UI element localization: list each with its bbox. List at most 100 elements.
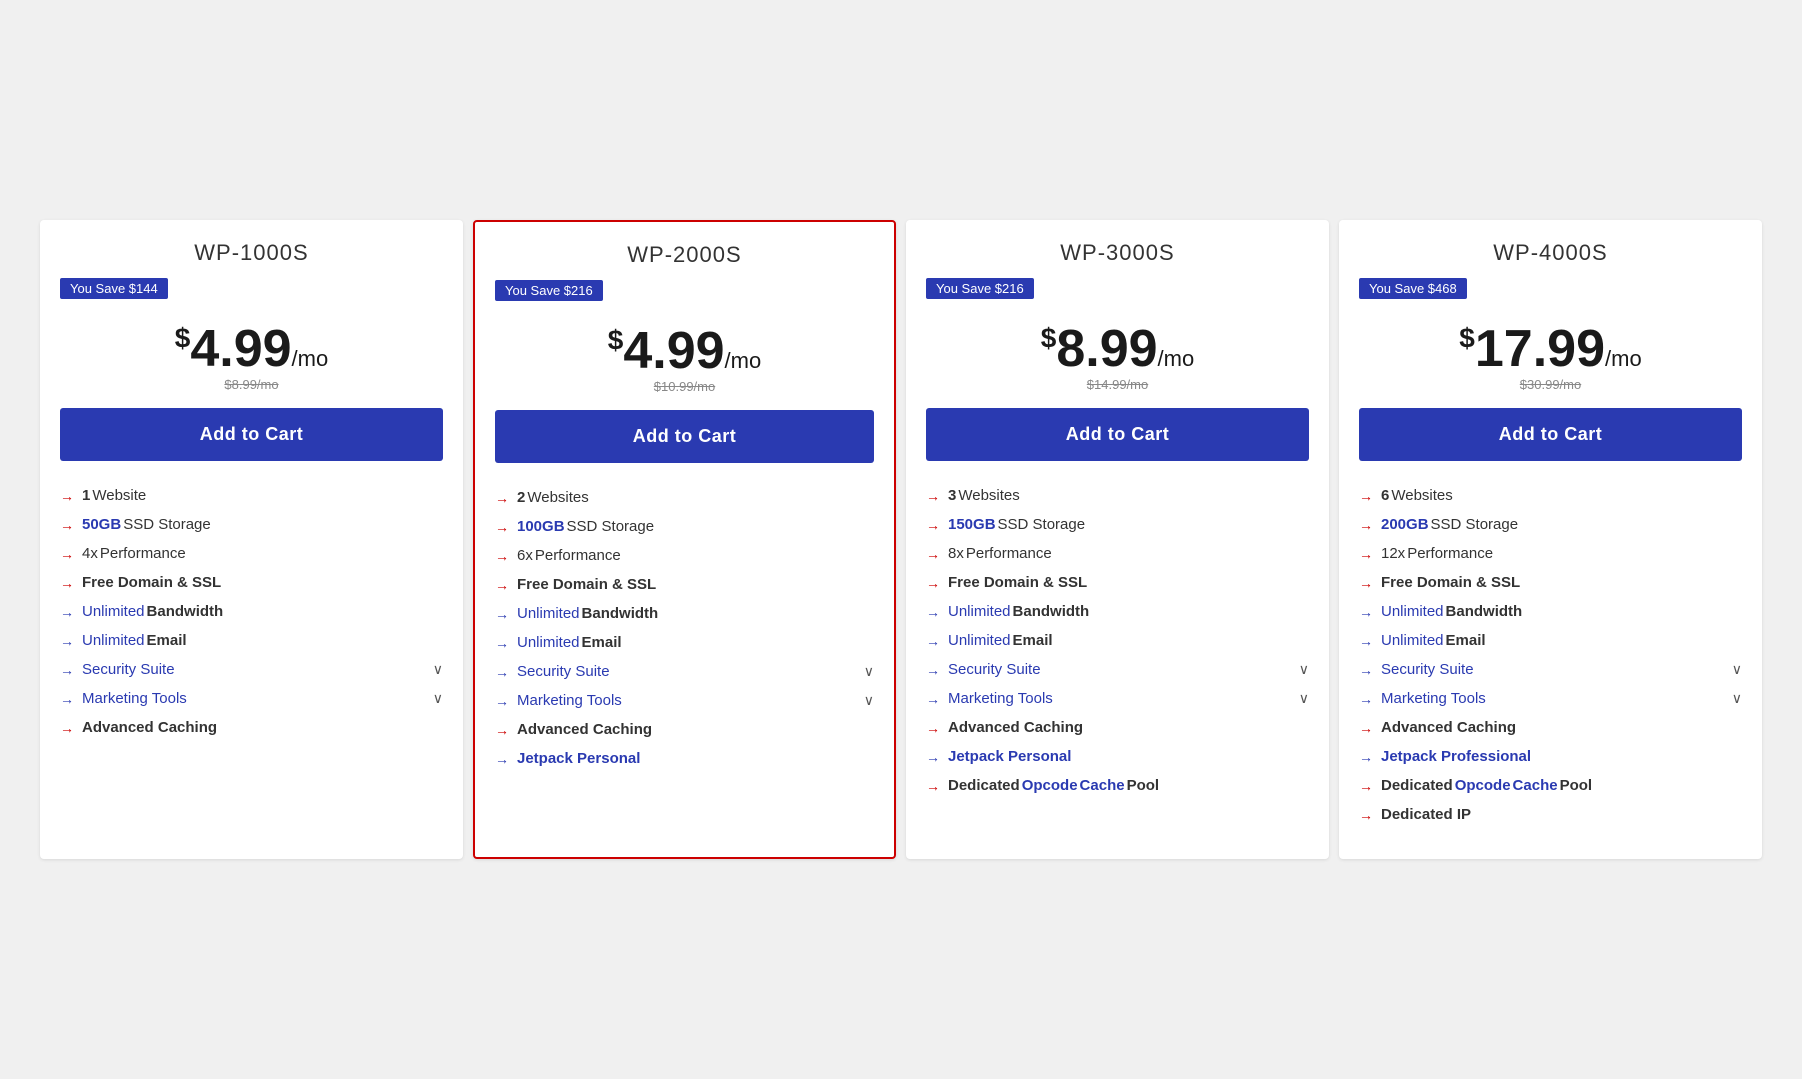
arrow-icon: →: [495, 693, 509, 709]
feature-item: →Advanced Caching: [495, 715, 874, 744]
arrow-icon: →: [495, 751, 509, 767]
arrow-icon: →: [495, 548, 509, 564]
feature-text: Unlimited: [517, 634, 580, 651]
feature-text: Jetpack Professional: [1381, 748, 1531, 765]
feature-item: →Jetpack Personal: [495, 744, 874, 773]
feature-text: Pool: [1560, 777, 1593, 794]
plan-title-wp2000s: WP-2000S: [495, 242, 874, 268]
arrow-icon: →: [1359, 488, 1373, 504]
feature-item: → 4x Performance: [60, 539, 443, 568]
chevron-down-icon[interactable]: ∨: [1732, 690, 1742, 707]
arrow-icon: →: [1359, 778, 1373, 794]
arrow-icon: →: [1359, 633, 1373, 649]
price-original-wp2000s: $10.99/mo: [495, 379, 874, 394]
feature-text: 3: [948, 487, 956, 504]
feature-item: → Unlimited Email: [1359, 626, 1742, 655]
feature-text: Email: [582, 634, 622, 651]
savings-badge-wp2000s: You Save $216: [495, 280, 603, 301]
feature-text: Unlimited: [948, 603, 1011, 620]
feature-item: →Dedicated Opcode Cache Pool: [1359, 771, 1742, 800]
feature-text: Performance: [1407, 545, 1493, 562]
feature-item: →Marketing Tools∨: [926, 684, 1309, 713]
feature-text: Marketing Tools: [517, 692, 622, 709]
feature-text: SSD Storage: [567, 518, 655, 535]
feature-item: →Jetpack Personal: [926, 742, 1309, 771]
arrow-icon: →: [926, 575, 940, 591]
feature-text: Unlimited: [1381, 632, 1444, 649]
features-list-wp3000s: →3 Websites→150GB SSD Storage→8x Perform…: [926, 481, 1309, 800]
feature-text: Dedicated IP: [1381, 806, 1471, 823]
features-list-wp2000s: →2 Websites→100GB SSD Storage→6x Perform…: [495, 483, 874, 773]
feature-text: Unlimited: [1381, 603, 1444, 620]
arrow-icon: →: [1359, 546, 1373, 562]
arrow-icon: →: [60, 546, 74, 562]
arrow-icon: →: [1359, 720, 1373, 736]
feature-text: 12x: [1381, 545, 1405, 562]
feature-text: Email: [1446, 632, 1486, 649]
feature-text: Bandwidth: [582, 605, 659, 622]
feature-item: → 12x Performance: [1359, 539, 1742, 568]
savings-badge-wp4000s: You Save $468: [1359, 278, 1467, 299]
feature-text: 50GB: [82, 516, 121, 533]
savings-badge-wp1000s: You Save $144: [60, 278, 168, 299]
feature-text: Advanced Caching: [517, 721, 652, 738]
arrow-icon: →: [926, 633, 940, 649]
feature-text: Websites: [1391, 487, 1452, 504]
feature-text: SSD Storage: [123, 516, 211, 533]
feature-text: Security Suite: [1381, 661, 1474, 678]
feature-item: →Unlimited Bandwidth: [60, 597, 443, 626]
feature-item: → Advanced Caching: [1359, 713, 1742, 742]
arrow-icon: →: [495, 606, 509, 622]
price-block-wp1000s: $4.99/mo$8.99/mo: [60, 323, 443, 392]
feature-text: Performance: [100, 545, 186, 562]
feature-item: →2 Websites: [495, 483, 874, 512]
feature-item: →Advanced Caching: [926, 713, 1309, 742]
arrow-icon: →: [1359, 517, 1373, 533]
add-to-cart-button-wp3000s[interactable]: Add to Cart: [926, 408, 1309, 461]
arrow-icon: →: [60, 633, 74, 649]
features-list-wp1000s: →1 Website→50GB SSD Storage→4x Performan…: [60, 481, 443, 742]
chevron-down-icon[interactable]: ∨: [1299, 661, 1309, 678]
add-to-cart-button-wp1000s[interactable]: Add to Cart: [60, 408, 443, 461]
feature-text: Marketing Tools: [82, 690, 187, 707]
feature-text: Security Suite: [948, 661, 1041, 678]
feature-text: 4x: [82, 545, 98, 562]
price-main-wp1000s: $4.99/mo: [60, 323, 443, 375]
feature-text: Free Domain & SSL: [82, 574, 221, 591]
add-to-cart-button-wp2000s[interactable]: Add to Cart: [495, 410, 874, 463]
feature-item: →1 Website: [60, 481, 443, 510]
add-to-cart-button-wp4000s[interactable]: Add to Cart: [1359, 408, 1742, 461]
savings-badge-wp3000s: You Save $216: [926, 278, 1034, 299]
chevron-down-icon[interactable]: ∨: [864, 663, 874, 680]
feature-item: →Marketing Tools∨: [1359, 684, 1742, 713]
feature-text: Cache: [1080, 777, 1125, 794]
plan-card-wp2000s: WP-2000S You Save $216 $4.99/mo $10.99/mo Ad…: [473, 220, 896, 859]
feature-text: Unlimited: [517, 605, 580, 622]
feature-item: →Free Domain & SSL: [495, 570, 874, 599]
price-main-wp2000s: $4.99/mo: [495, 325, 874, 377]
feature-item: →50GB SSD Storage: [60, 510, 443, 539]
pricing-grid: WP-1000SYou Save $144$4.99/mo$8.99/moAdd…: [20, 200, 1782, 879]
feature-text: SSD Storage: [1431, 516, 1519, 533]
feature-text: Performance: [535, 547, 621, 564]
feature-text: Bandwidth: [147, 603, 224, 620]
arrow-icon: →: [926, 517, 940, 533]
chevron-down-icon[interactable]: ∨: [864, 692, 874, 709]
feature-text: Dedicated: [948, 777, 1020, 794]
arrow-icon: →: [1359, 749, 1373, 765]
feature-item: →Unlimited Email: [60, 626, 443, 655]
chevron-down-icon[interactable]: ∨: [1299, 690, 1309, 707]
feature-text: 200GB: [1381, 516, 1429, 533]
arrow-icon: →: [926, 749, 940, 765]
chevron-down-icon[interactable]: ∨: [433, 661, 443, 678]
feature-text: Advanced Caching: [1381, 719, 1516, 736]
price-block-wp4000s: $17.99/mo$30.99/mo: [1359, 323, 1742, 392]
feature-item: →Security Suite∨: [495, 657, 874, 686]
chevron-down-icon[interactable]: ∨: [433, 690, 443, 707]
chevron-down-icon[interactable]: ∨: [1732, 661, 1742, 678]
arrow-icon: →: [1359, 691, 1373, 707]
price-original-wp4000s: $30.99/mo: [1359, 377, 1742, 392]
arrow-icon: →: [495, 519, 509, 535]
feature-text: Unlimited: [82, 632, 145, 649]
feature-text: Free Domain & SSL: [1381, 574, 1520, 591]
